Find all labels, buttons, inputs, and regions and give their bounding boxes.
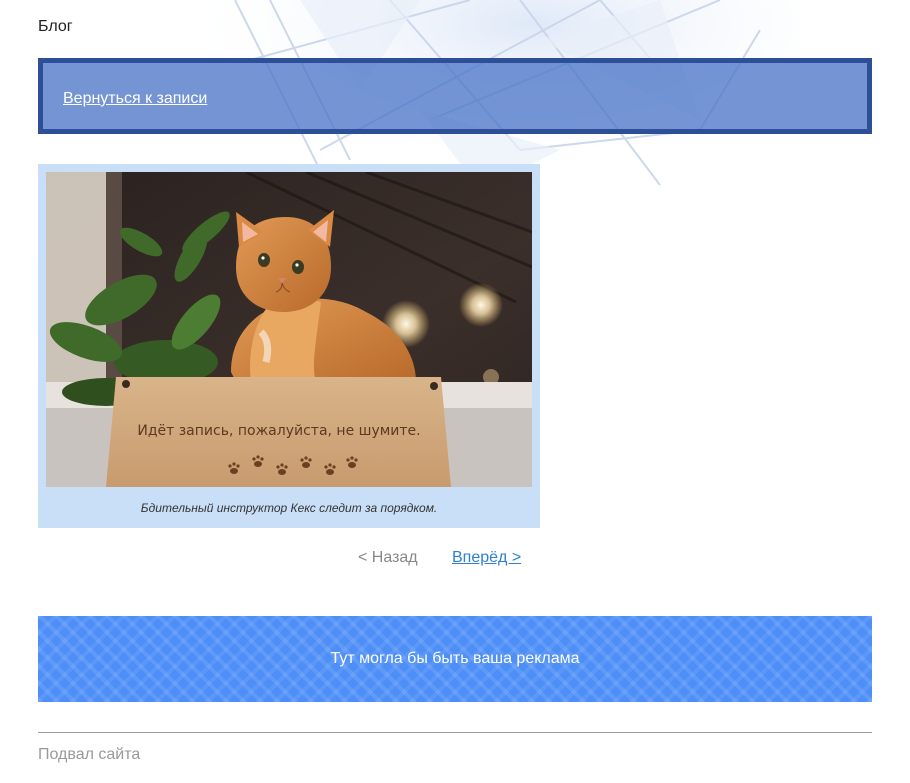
- footer-text: Подвал сайта: [38, 746, 141, 763]
- recording-sign-text: Идёт запись, пожалуйста, не шумите.: [137, 423, 420, 439]
- pager-next-link[interactable]: Вперёд >: [452, 549, 521, 567]
- pager-prev-label: < Назад: [358, 549, 418, 566]
- cat-photo: Идёт запись, пожалуйста, не шумите.: [46, 172, 532, 487]
- ad-banner-text: Тут могла бы быть ваша реклама: [330, 650, 580, 667]
- footer-divider: [38, 732, 872, 733]
- photo-caption: Бдительный инструктор Кекс следит за пор…: [140, 501, 438, 515]
- site-title: Блог: [38, 18, 73, 35]
- ad-banner[interactable]: Тут могла бы быть ваша реклама: [38, 616, 872, 702]
- back-navigation-bar: Вернуться к записи: [38, 58, 872, 134]
- photo-figure: Идёт запись, пожалуйста, не шумите. Бдит…: [38, 164, 540, 528]
- back-to-post-link[interactable]: Вернуться к записи: [63, 90, 207, 108]
